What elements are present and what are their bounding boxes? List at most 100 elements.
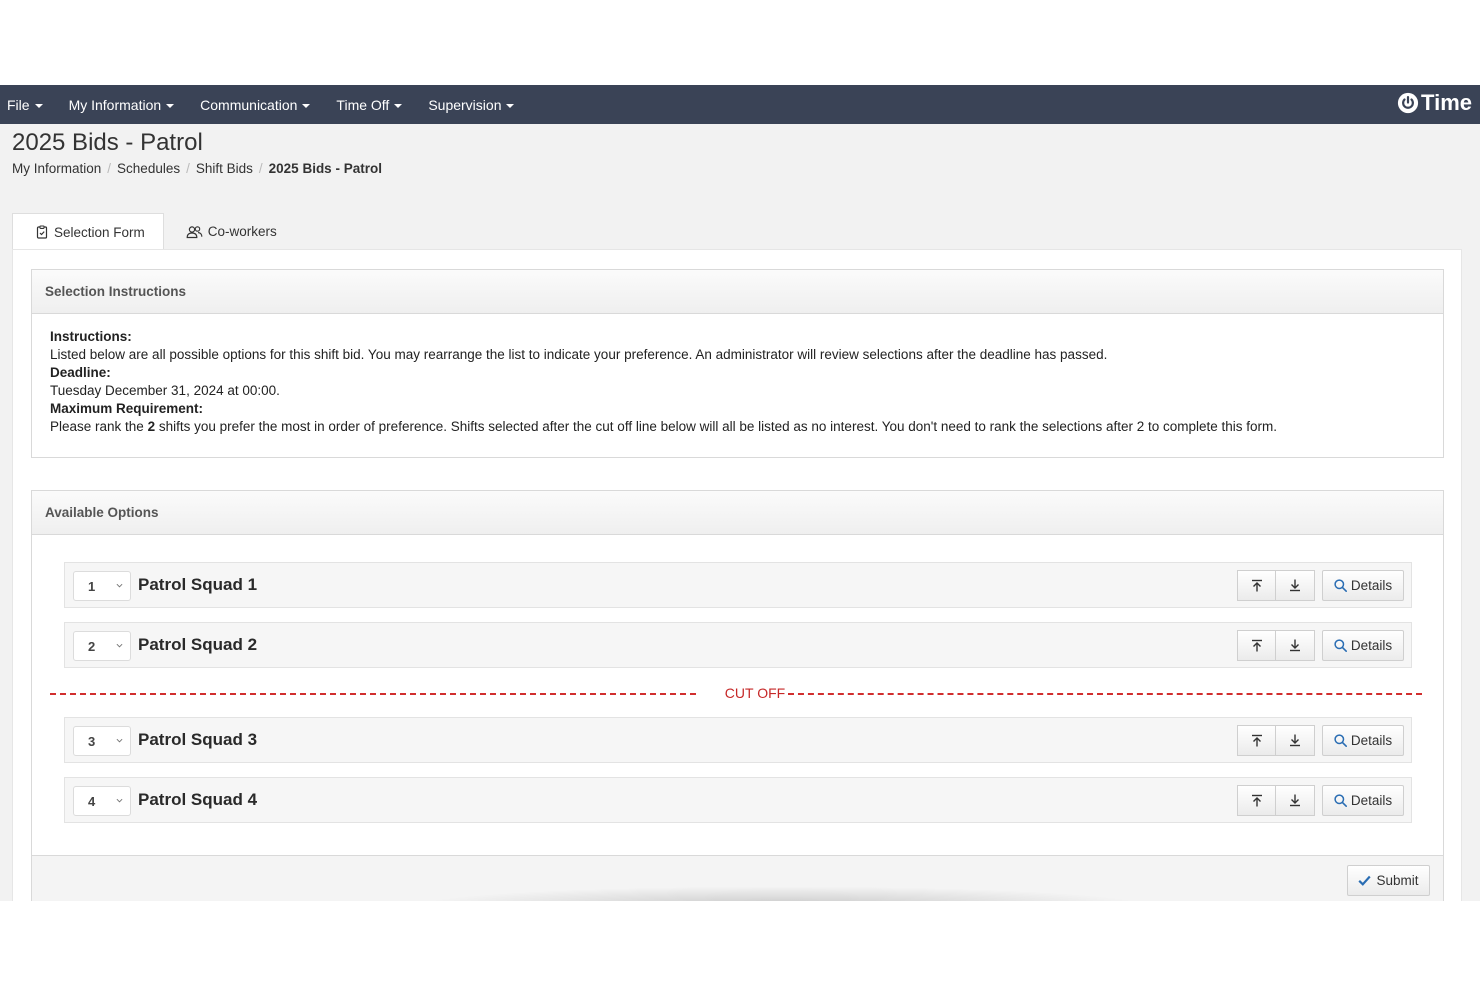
chevron-down-icon — [116, 583, 123, 588]
rank-value: 1 — [88, 578, 96, 594]
option-row[interactable]: 2 Patrol Squad 2 Details — [64, 622, 1412, 668]
max-requirement-prefix: Please rank the — [50, 419, 148, 434]
tab-selection-form-label: Selection Form — [54, 224, 145, 240]
move-to-top-button[interactable] — [1237, 570, 1276, 601]
menu-time-off-label: Time Off — [336, 96, 390, 113]
cutoff-divider: CUT OFF — [50, 684, 1422, 704]
option-row[interactable]: 4 Patrol Squad 4 Details — [64, 777, 1412, 823]
menu-communication-label: Communication — [200, 96, 298, 113]
search-icon — [1334, 794, 1347, 807]
breadcrumb-separator: / — [186, 161, 190, 176]
details-button[interactable]: Details — [1322, 725, 1404, 756]
tab-selection-form[interactable]: Selection Form — [12, 213, 164, 250]
move-to-bottom-button[interactable] — [1276, 725, 1315, 756]
move-button-group — [1237, 725, 1315, 756]
instructions-text: Listed below are all possible options fo… — [50, 347, 1108, 362]
chevron-down-icon — [116, 798, 123, 803]
menu-supervision-label: Supervision — [428, 96, 502, 113]
menu-time-off[interactable]: Time Off — [323, 85, 415, 124]
caret-down-icon — [302, 103, 311, 108]
rank-value: 4 — [88, 793, 96, 809]
rank-select[interactable]: 2 — [73, 631, 131, 661]
available-options-panel: Available Options 1 Patrol Squad 1 Detai… — [31, 490, 1444, 901]
instructions-body: Instructions: Listed below are all possi… — [32, 314, 1443, 450]
max-requirement-label: Maximum Requirement: — [50, 401, 204, 416]
move-top-icon — [1251, 734, 1262, 747]
clipboard-icon — [36, 225, 48, 239]
page-title: 2025 Bids - Patrol — [12, 129, 203, 156]
move-to-bottom-button[interactable] — [1276, 630, 1315, 661]
move-to-top-button[interactable] — [1237, 630, 1276, 661]
details-button[interactable]: Details — [1322, 785, 1404, 816]
details-button-label: Details — [1350, 733, 1393, 748]
move-to-bottom-button[interactable] — [1276, 570, 1315, 601]
max-requirement-count: 2 — [147, 419, 156, 434]
breadcrumb-separator: / — [107, 161, 112, 176]
move-button-group — [1237, 570, 1315, 601]
users-icon — [186, 225, 203, 238]
rank-select[interactable]: 4 — [73, 786, 131, 816]
submit-button-label: Submit — [1376, 873, 1419, 888]
rank-value: 2 — [88, 638, 96, 654]
max-requirement-suffix: shifts you prefer the most in order of p… — [155, 419, 1278, 434]
search-icon — [1334, 639, 1347, 652]
details-button[interactable]: Details — [1322, 630, 1404, 661]
move-top-icon — [1251, 579, 1262, 592]
details-button-label: Details — [1350, 578, 1393, 593]
selection-instructions-panel: Selection Instructions Instructions: Lis… — [31, 269, 1444, 458]
menu-my-information-label: My Information — [68, 96, 162, 113]
tab-bar: Selection Form Co-workers — [12, 213, 295, 250]
check-icon — [1358, 875, 1372, 886]
brand-logo[interactable]: Time — [1397, 90, 1472, 116]
top-navbar: File My Information Communication Time O… — [0, 85, 1480, 124]
menu-my-information[interactable]: My Information — [56, 85, 188, 124]
option-row[interactable]: 3 Patrol Squad 3 Details — [64, 717, 1412, 763]
breadcrumb: My Information / Schedules / Shift Bids … — [12, 161, 382, 176]
breadcrumb-current: 2025 Bids - Patrol — [268, 161, 382, 176]
chevron-down-icon — [116, 738, 123, 743]
submit-button[interactable]: Submit — [1347, 865, 1430, 896]
tab-co-workers[interactable]: Co-workers — [164, 213, 295, 250]
move-top-icon — [1251, 639, 1262, 652]
options-footer: Submit — [32, 855, 1443, 901]
menu-supervision[interactable]: Supervision — [415, 85, 527, 124]
panel-heading: Available Options — [32, 491, 1443, 535]
menu-communication[interactable]: Communication — [187, 85, 323, 124]
rank-value: 3 — [88, 733, 96, 749]
option-name: Patrol Squad 3 — [138, 730, 258, 749]
move-to-bottom-button[interactable] — [1276, 785, 1315, 816]
move-bottom-icon — [1290, 639, 1300, 652]
move-button-group — [1237, 630, 1315, 661]
search-icon — [1334, 579, 1347, 592]
breadcrumb-schedules[interactable]: Schedules — [117, 161, 180, 176]
tab-panel-selection-form: Selection Instructions Instructions: Lis… — [12, 249, 1462, 901]
caret-down-icon — [166, 103, 175, 108]
move-to-top-button[interactable] — [1237, 725, 1276, 756]
option-row[interactable]: 1 Patrol Squad 1 Details — [64, 562, 1412, 608]
app-window: File My Information Communication Time O… — [0, 85, 1480, 901]
option-name: Patrol Squad 2 — [138, 635, 258, 654]
move-button-group — [1237, 785, 1315, 816]
caret-down-icon — [34, 103, 43, 108]
caret-down-icon — [506, 103, 515, 108]
tab-co-workers-label: Co-workers — [207, 224, 277, 239]
move-bottom-icon — [1290, 794, 1300, 807]
rank-select[interactable]: 3 — [73, 726, 131, 756]
deadline-text: Tuesday December 31, 2024 at 00:00. — [50, 383, 280, 398]
brand-name: Time — [1421, 90, 1472, 115]
panel-heading: Selection Instructions — [32, 270, 1443, 314]
option-name: Patrol Squad 4 — [138, 790, 258, 809]
move-to-top-button[interactable] — [1237, 785, 1276, 816]
rank-select[interactable]: 1 — [73, 571, 131, 601]
breadcrumb-shift-bids[interactable]: Shift Bids — [196, 161, 253, 176]
details-button[interactable]: Details — [1322, 570, 1404, 601]
power-icon — [1397, 92, 1419, 114]
details-button-label: Details — [1350, 638, 1393, 653]
option-name: Patrol Squad 1 — [138, 575, 258, 594]
menu-file[interactable]: File — [0, 85, 56, 124]
menu-file-label: File — [7, 96, 30, 113]
breadcrumb-my-information[interactable]: My Information — [12, 161, 101, 176]
search-icon — [1334, 734, 1347, 747]
instructions-label: Instructions: — [50, 329, 132, 344]
caret-down-icon — [394, 103, 403, 108]
